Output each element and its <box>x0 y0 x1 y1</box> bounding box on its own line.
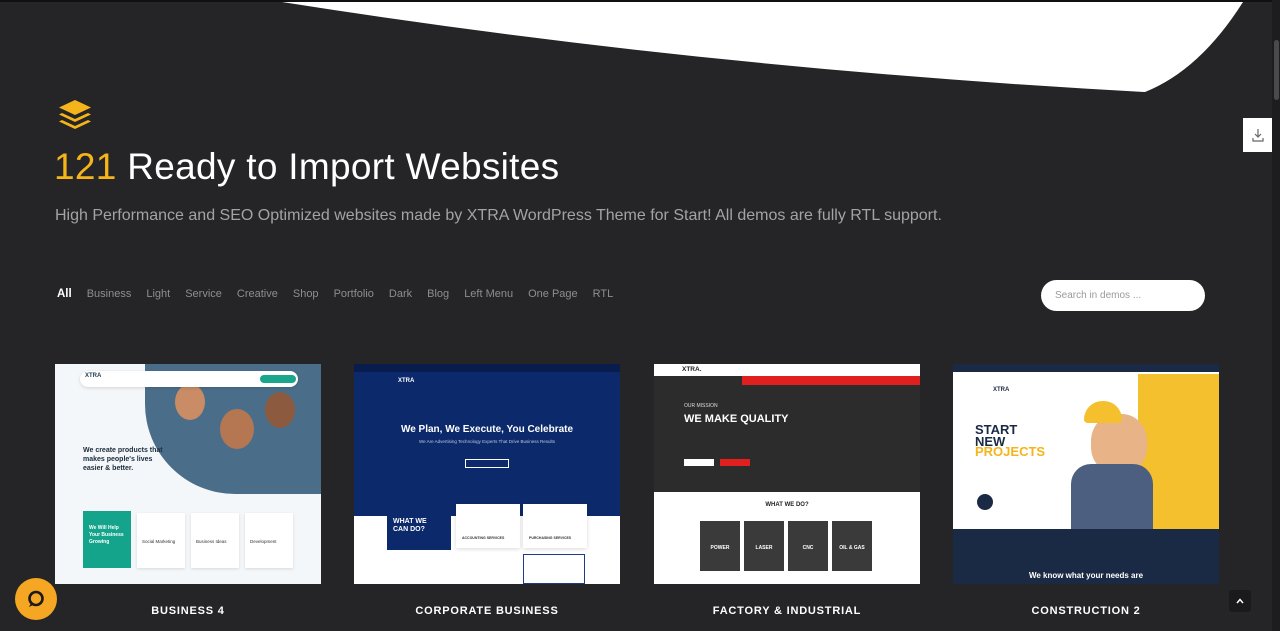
demo-brand: XTRA <box>85 373 102 379</box>
demo-service-tile: PURCHASING SERVICES <box>523 504 587 548</box>
scroll-to-top-button[interactable] <box>1229 590 1251 612</box>
filter-left-menu[interactable]: Left Menu <box>464 288 513 300</box>
worker-shirt <box>1071 464 1153 529</box>
header-swoosh-shape <box>282 2 1243 92</box>
demo-tile: Social Marketing <box>137 513 185 568</box>
page-scrollbar[interactable] <box>1272 0 1280 631</box>
demo-tile-text: Social Marketing <box>142 539 176 544</box>
demo-menu-bar <box>742 376 920 385</box>
play-icon <box>977 494 993 510</box>
demo-tile: LASER <box>744 521 784 571</box>
scrollbar-thumb[interactable] <box>1274 40 1279 100</box>
page-subtitle: High Performance and SEO Optimized websi… <box>55 207 942 224</box>
demo-card-business-4[interactable]: XTRA We create products that makes peopl… <box>55 364 321 584</box>
filter-light[interactable]: Light <box>146 288 170 300</box>
demo-tile-text: CNC <box>802 545 814 551</box>
demo-tile-text: Business Ideas <box>196 539 227 544</box>
page-title: 121 Ready to Import Websites <box>54 146 559 188</box>
demo-card-corporate-business[interactable]: XTRA We Plan, We Execute, You Celebrate … <box>354 364 620 584</box>
demo-feature-box: WHAT WE CAN DO? <box>387 510 451 550</box>
demo-button <box>684 459 714 466</box>
demo-tile-text: POWER <box>710 545 730 551</box>
filter-all[interactable]: All <box>57 288 72 300</box>
chat-icon <box>28 590 44 607</box>
demo-card-construction-2[interactable]: XTRA START NEW PROJECTS We know what you… <box>953 364 1219 584</box>
demo-button <box>720 459 750 466</box>
demo-tile: CNC <box>788 521 828 571</box>
photo-person <box>220 409 254 449</box>
demo-service-tile: ACCOUNTING SERVICES <box>456 504 520 548</box>
demo-tile: Business Ideas <box>191 513 239 568</box>
demo-brand: XTRA. <box>682 366 702 373</box>
demo-card-title[interactable]: CORPORATE BUSINESS <box>354 605 620 617</box>
demo-tile: POWER <box>700 521 740 571</box>
demo-tile-primary: We Will Help Your Business Growing <box>83 511 131 568</box>
filter-business[interactable]: Business <box>87 288 132 300</box>
title-text: Ready to Import Websites <box>127 146 560 187</box>
demo-brand: XTRA <box>993 387 1010 393</box>
demo-card-title[interactable]: CONSTRUCTION 2 <box>953 605 1219 617</box>
filter-shop[interactable]: Shop <box>293 288 319 300</box>
demo-tile-text: LASER <box>755 545 773 551</box>
demo-service-tile-outline <box>523 554 585 584</box>
filter-blog[interactable]: Blog <box>427 288 449 300</box>
demo-subheadline: We Are Advertising Technology Experts Th… <box>418 439 556 444</box>
demo-cta-outline <box>465 459 509 468</box>
chevron-up-icon <box>1236 598 1244 604</box>
layers-icon <box>59 100 91 129</box>
demo-kicker: OUR MISSION <box>684 403 718 409</box>
demo-headline: We create products that makes people's l… <box>83 447 163 472</box>
filter-rtl[interactable]: RTL <box>593 288 614 300</box>
filter-portfolio[interactable]: Portfolio <box>334 288 374 300</box>
demo-headline: We Plan, We Execute, You Celebrate <box>400 424 574 435</box>
demo-topbar <box>354 364 620 372</box>
demo-card-title[interactable]: FACTORY & INDUSTRIAL <box>654 605 920 617</box>
demo-bottom-text: We know what your needs are <box>1028 571 1144 580</box>
chat-widget-button[interactable] <box>15 578 57 620</box>
demo-search-input[interactable] <box>1041 280 1205 311</box>
demo-count: 121 <box>54 146 117 187</box>
filter-service[interactable]: Service <box>185 288 222 300</box>
filter-creative[interactable]: Creative <box>237 288 278 300</box>
filter-one-page[interactable]: One Page <box>528 288 578 300</box>
demo-headline-accent: PROJECTS <box>975 444 1046 459</box>
demo-section-title: WHAT WE DO? <box>765 502 809 508</box>
demo-tile: OIL & GAS <box>832 521 872 571</box>
demo-tile-text: Development <box>250 539 277 544</box>
demo-card-title[interactable]: BUSINESS 4 <box>55 605 321 617</box>
demo-topbar <box>953 364 1219 372</box>
download-icon <box>1251 129 1264 142</box>
demo-service-text: ACCOUNTING SERVICES <box>462 536 505 540</box>
demo-headline: WE MAKE QUALITY <box>684 413 789 425</box>
demo-cta-pill <box>260 375 296 383</box>
photo-person <box>175 384 205 420</box>
demo-brand: XTRA <box>398 378 415 384</box>
demo-tile: Development <box>245 513 293 568</box>
demo-filter-tabs: All Business Light Service Creative Shop… <box>57 288 628 300</box>
filter-dark[interactable]: Dark <box>389 288 412 300</box>
demo-tile-text: We Will Help Your Business Growing <box>89 525 124 545</box>
demo-tile-text: OIL & GAS <box>839 545 865 551</box>
demo-card-factory-industrial[interactable]: XTRA. OUR MISSION WE MAKE QUALITY WHAT W… <box>654 364 920 584</box>
photo-person <box>265 392 295 428</box>
demo-feature-text: WHAT WE CAN DO? <box>393 518 427 533</box>
demo-service-text: PURCHASING SERVICES <box>529 536 572 540</box>
download-button[interactable] <box>1243 118 1272 152</box>
